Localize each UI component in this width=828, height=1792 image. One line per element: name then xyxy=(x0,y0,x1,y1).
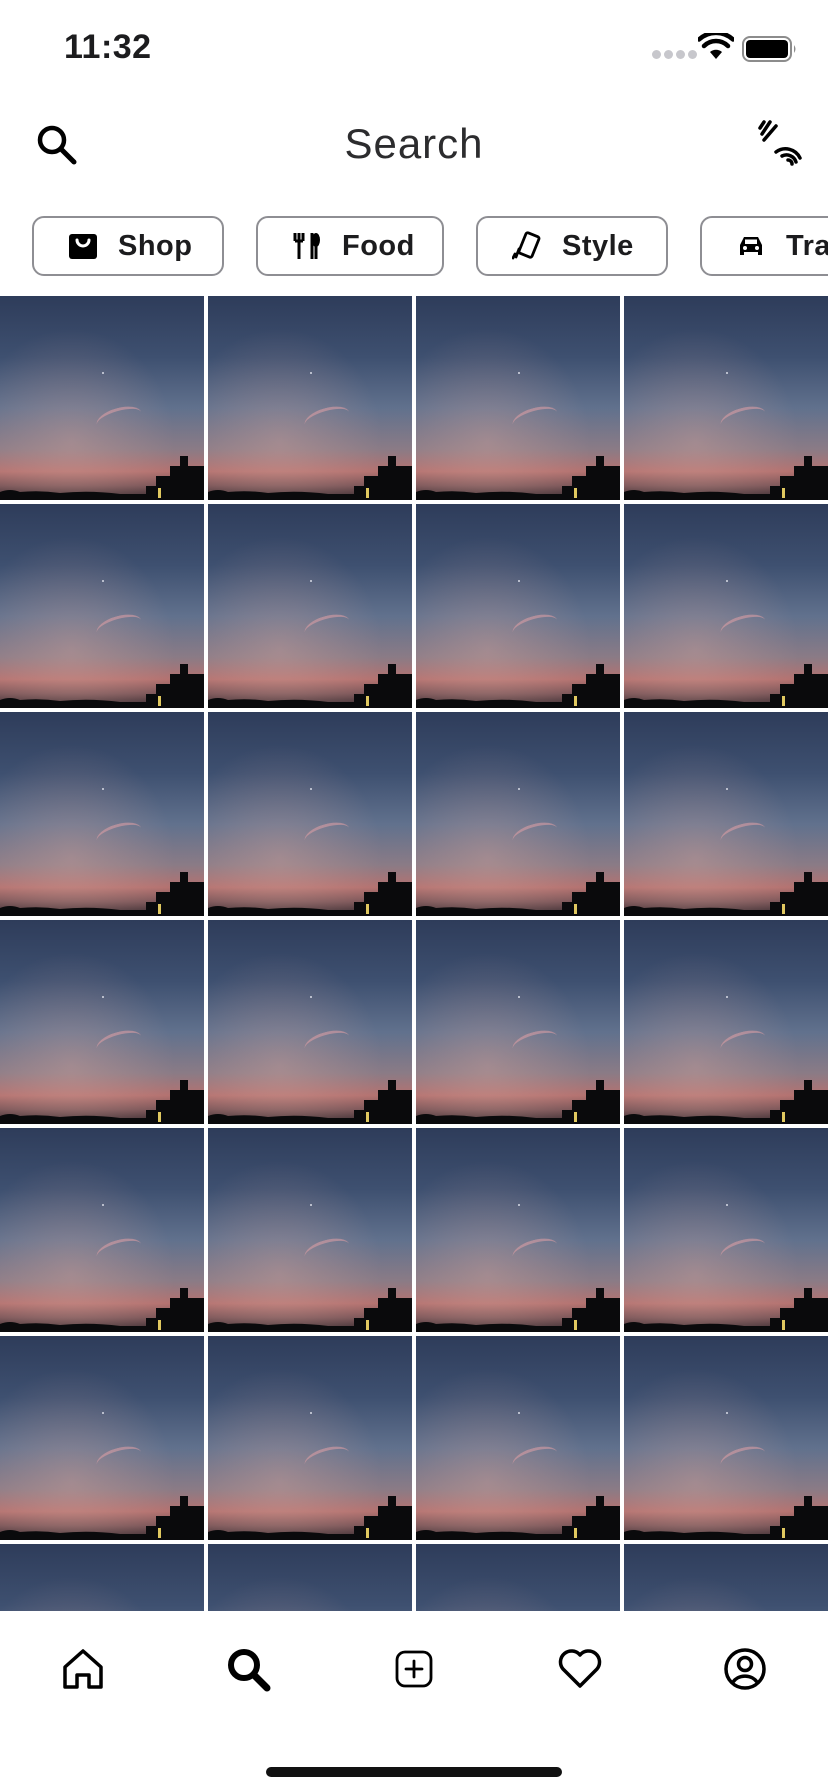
photo-tile[interactable] xyxy=(0,920,204,1124)
header: Search xyxy=(0,100,828,190)
home-icon xyxy=(63,1649,103,1689)
signal-icon xyxy=(652,50,697,59)
status-time: 11:32 xyxy=(64,28,152,66)
photo-tile[interactable] xyxy=(416,920,620,1124)
photo-tile[interactable] xyxy=(416,296,620,500)
photo-grid xyxy=(0,296,828,1611)
chip-label: Food xyxy=(342,229,415,262)
tab-home[interactable] xyxy=(53,1639,113,1699)
photo-tile[interactable] xyxy=(624,296,828,500)
wifi-icon xyxy=(698,33,734,59)
shopping-bag-icon xyxy=(69,234,97,259)
photo-tile[interactable] xyxy=(0,1336,204,1540)
style-icon xyxy=(512,231,541,260)
tab-activity[interactable] xyxy=(550,1639,610,1699)
chip-label: Travel xyxy=(786,229,828,262)
photo-tile[interactable] xyxy=(208,712,412,916)
heart-icon xyxy=(558,1649,602,1688)
profile-icon xyxy=(724,1648,766,1690)
tab-add[interactable] xyxy=(384,1639,444,1699)
photo-tile[interactable] xyxy=(208,1544,412,1611)
photo-tile[interactable] xyxy=(208,920,412,1124)
status-bar: 11:32 xyxy=(0,0,828,100)
photo-tile[interactable] xyxy=(208,296,412,500)
utensils-icon xyxy=(293,233,320,259)
chip-shop[interactable]: Shop xyxy=(32,216,224,276)
tab-bar xyxy=(0,1611,828,1792)
photo-tile[interactable] xyxy=(208,1336,412,1540)
category-chips: Shop Food Style Travel xyxy=(0,216,828,280)
nfc-icon[interactable] xyxy=(756,118,804,166)
car-icon xyxy=(740,237,762,255)
photo-tile[interactable] xyxy=(0,1128,204,1332)
page-title: Search xyxy=(344,120,484,167)
battery-icon xyxy=(742,36,796,62)
photo-tile[interactable] xyxy=(416,1544,620,1611)
photo-tile[interactable] xyxy=(208,1128,412,1332)
photo-tile[interactable] xyxy=(208,504,412,708)
photo-tile[interactable] xyxy=(624,712,828,916)
photo-tile[interactable] xyxy=(416,504,620,708)
chip-label: Style xyxy=(562,229,634,262)
photo-tile[interactable] xyxy=(624,504,828,708)
tab-search[interactable] xyxy=(218,1639,278,1699)
search-icon xyxy=(228,1649,271,1692)
photo-tile[interactable] xyxy=(0,712,204,916)
tab-profile[interactable] xyxy=(715,1639,775,1699)
chip-label: Shop xyxy=(118,229,193,262)
add-post-icon xyxy=(395,1650,433,1688)
photo-tile[interactable] xyxy=(624,920,828,1124)
chip-travel[interactable]: Travel xyxy=(700,216,828,276)
photo-tile[interactable] xyxy=(624,1128,828,1332)
photo-tile[interactable] xyxy=(416,712,620,916)
photo-tile[interactable] xyxy=(416,1128,620,1332)
home-indicator xyxy=(266,1767,562,1777)
chip-food[interactable]: Food xyxy=(256,216,444,276)
photo-tile[interactable] xyxy=(0,296,204,500)
photo-tile[interactable] xyxy=(624,1544,828,1611)
chip-style[interactable]: Style xyxy=(476,216,668,276)
photo-tile[interactable] xyxy=(0,504,204,708)
photo-tile[interactable] xyxy=(624,1336,828,1540)
photo-tile[interactable] xyxy=(416,1336,620,1540)
photo-tile[interactable] xyxy=(0,1544,204,1611)
